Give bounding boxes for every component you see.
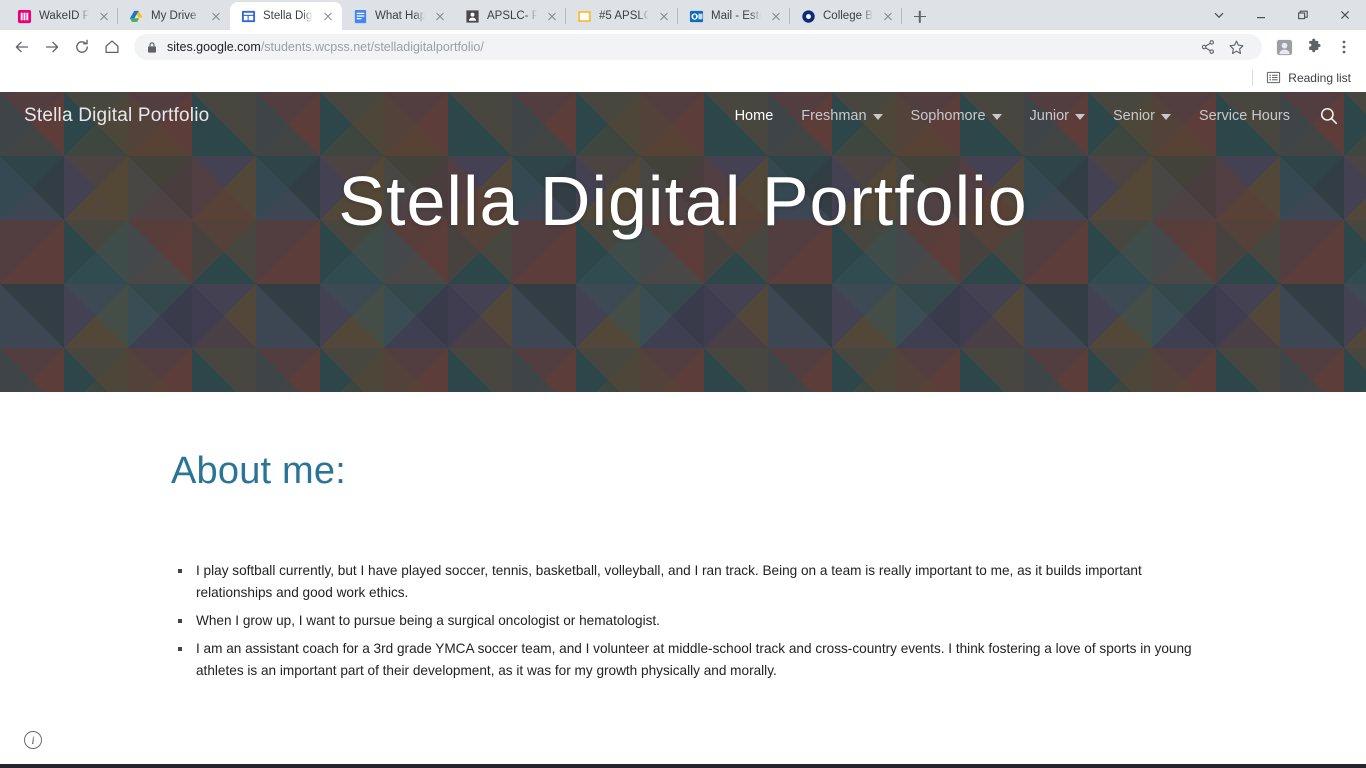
web-page: Stella Digital Portfolio Home Freshman S…	[0, 92, 1366, 764]
site-hero-banner: Stella Digital Portfolio Home Freshman S…	[0, 92, 1366, 392]
address-bar[interactable]: sites.google.com/students.wcpss.net/stel…	[134, 34, 1262, 60]
reload-icon[interactable]	[68, 33, 96, 61]
close-icon[interactable]	[880, 8, 896, 24]
nav-item-service-hours[interactable]: Service Hours	[1185, 102, 1304, 130]
list-item: When I grow up, I want to pursue being a…	[178, 610, 1196, 632]
close-icon[interactable]	[320, 8, 336, 24]
tab-title: My Drive - Google	[151, 10, 201, 22]
close-icon[interactable]	[432, 8, 448, 24]
nav-item-senior[interactable]: Senior	[1099, 102, 1185, 130]
nav-label: Sophomore	[910, 108, 986, 124]
close-icon[interactable]	[208, 8, 224, 24]
tab-title: College Board - Si	[823, 10, 873, 22]
nav-item-sophomore[interactable]: Sophomore	[897, 102, 1016, 130]
browser-tab[interactable]: WakeID Portal	[6, 2, 118, 30]
info-icon[interactable]: i	[24, 731, 42, 749]
browser-tab-active[interactable]: Stella Digital Portf	[230, 2, 342, 30]
tab-title: What Happened t	[375, 10, 425, 22]
close-icon[interactable]	[1324, 0, 1366, 30]
nav-label: Senior	[1113, 108, 1155, 124]
reading-list-icon	[1266, 70, 1281, 85]
new-tab-button[interactable]	[906, 2, 934, 30]
browser-tab[interactable]: My Drive - Google	[118, 2, 230, 30]
three-dot-menu-icon[interactable]	[1330, 33, 1358, 61]
search-icon[interactable]	[1314, 101, 1344, 131]
chevron-down-icon	[991, 114, 1002, 120]
list-item: I am an assistant coach for a 3rd grade …	[178, 638, 1196, 682]
tab-title: WakeID Portal	[39, 10, 89, 22]
outlook-icon	[688, 8, 704, 24]
lock-icon	[146, 41, 158, 54]
nav-item-junior[interactable]: Junior	[1016, 102, 1100, 130]
puzzle-piece-icon[interactable]	[1300, 33, 1328, 61]
star-icon[interactable]	[1222, 33, 1250, 61]
site-navigation: Home Freshman Sophomore Junior Senior Se…	[721, 101, 1344, 131]
bookmarks-bar: Reading list	[0, 64, 1366, 92]
browser-tab[interactable]: APSLC- Per. 4 Per	[454, 2, 566, 30]
chevron-down-icon	[872, 114, 883, 120]
google-drive-icon	[128, 8, 144, 24]
close-icon[interactable]	[544, 8, 560, 24]
browser-tab-strip: WakeID Portal My Drive - Google Stella D…	[0, 0, 1366, 30]
nav-label: Service Hours	[1198, 108, 1290, 124]
home-icon[interactable]	[98, 33, 126, 61]
wakeid-icon	[16, 8, 32, 24]
contact-card-icon	[464, 8, 480, 24]
forward-arrow-icon[interactable]	[38, 33, 66, 61]
share-icon[interactable]	[1194, 33, 1222, 61]
google-sites-icon	[240, 8, 256, 24]
nav-label: Freshman	[801, 108, 867, 124]
chevron-down-icon	[1075, 114, 1086, 120]
page-heading: About me:	[171, 450, 347, 492]
url-text: sites.google.com/students.wcpss.net/stel…	[167, 40, 484, 54]
chevron-down-icon[interactable]	[1198, 0, 1240, 30]
maximize-icon[interactable]	[1282, 0, 1324, 30]
nav-label: Junior	[1029, 108, 1070, 124]
back-arrow-icon[interactable]	[8, 33, 36, 61]
url-domain: sites.google.com	[167, 40, 261, 54]
extensions-area	[1270, 33, 1358, 61]
profile-avatar-icon[interactable]	[1270, 33, 1298, 61]
browser-tab[interactable]: College Board - Si	[790, 2, 902, 30]
tab-title: Mail - Estella-Jac	[711, 10, 761, 22]
close-icon[interactable]	[768, 8, 784, 24]
nav-label: Home	[734, 108, 774, 124]
list-item: I play softball currently, but I have pl…	[178, 560, 1196, 604]
reading-list-label: Reading list	[1288, 70, 1351, 85]
tab-title: APSLC- Per. 4 Per	[487, 10, 537, 22]
url-path: /students.wcpss.net/stelladigitalportfol…	[260, 40, 484, 54]
tab-title: Stella Digital Portf	[263, 10, 313, 22]
close-icon[interactable]	[656, 8, 672, 24]
hero-title: Stella Digital Portfolio	[338, 162, 1028, 240]
browser-tab[interactable]: #5 APSLC la vida	[566, 2, 678, 30]
browser-tab[interactable]: Mail - Estella-Jac	[678, 2, 790, 30]
yellow-note-icon	[576, 8, 592, 24]
nav-item-home[interactable]: Home	[721, 102, 788, 130]
site-title: Stella Digital Portfolio	[24, 105, 210, 126]
browser-tab[interactable]: What Happened t	[342, 2, 454, 30]
tab-title: #5 APSLC la vida	[599, 10, 649, 22]
about-me-list: I play softball currently, but I have pl…	[178, 560, 1196, 682]
chromeos-shelf: Sign out 2:04	[0, 764, 1366, 768]
page-content: About me: I play softball currently, but…	[0, 450, 1366, 682]
omnibox-actions	[1194, 33, 1250, 61]
browser-toolbar: sites.google.com/students.wcpss.net/stel…	[0, 30, 1366, 64]
nav-item-freshman[interactable]: Freshman	[787, 102, 896, 130]
chevron-down-icon	[1160, 114, 1171, 120]
college-board-icon	[800, 8, 816, 24]
site-header: Stella Digital Portfolio Home Freshman S…	[0, 92, 1366, 140]
minimize-icon[interactable]	[1240, 0, 1282, 30]
divider	[1252, 69, 1254, 86]
reading-list-button[interactable]: Reading list	[1261, 67, 1356, 88]
window-controls	[1198, 0, 1366, 30]
close-icon[interactable]	[96, 8, 112, 24]
google-docs-icon	[352, 8, 368, 24]
